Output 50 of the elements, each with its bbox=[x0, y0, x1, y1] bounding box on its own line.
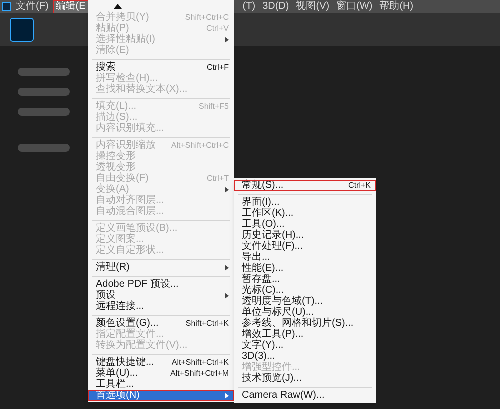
placeholder-bar bbox=[18, 144, 70, 152]
menu-bar-item[interactable]: 编辑(E bbox=[54, 0, 88, 12]
menu-item[interactable]: 历史记录(H)... bbox=[234, 230, 376, 241]
shortcut-label: Shift+Ctrl+K bbox=[186, 318, 229, 329]
shortcut-label: Alt+Shift+Ctrl+K bbox=[172, 357, 229, 368]
menu-item[interactable]: 菜单(U)... Alt+Shift+Ctrl+M bbox=[88, 368, 234, 379]
menu-item[interactable]: Camera Raw(W)... bbox=[234, 390, 376, 401]
shortcut-label: Ctrl+V bbox=[206, 23, 229, 34]
menu-item[interactable]: 工作区(K)... bbox=[234, 208, 376, 219]
menu-bar-item[interactable]: 帮助(H) bbox=[378, 0, 416, 12]
menu-item[interactable]: 文件处理(F)... bbox=[234, 241, 376, 252]
menu-item[interactable]: 工具(O)... bbox=[234, 219, 376, 230]
menu-item[interactable]: 导出... bbox=[234, 252, 376, 263]
menu-item[interactable]: 性能(E)... bbox=[234, 263, 376, 274]
shortcut-label: Ctrl+K bbox=[348, 180, 371, 191]
app-logo-icon bbox=[10, 18, 34, 42]
shortcut-label: Ctrl+T bbox=[207, 173, 229, 184]
menu-bar-item[interactable]: 窗口(W) bbox=[334, 0, 375, 12]
placeholder-bar bbox=[18, 68, 70, 76]
menu-item[interactable]: 远程连接... bbox=[88, 301, 234, 312]
menu-item[interactable]: 技术预览(J)... bbox=[234, 373, 376, 384]
placeholder-bar bbox=[18, 108, 70, 116]
menu-bar-item[interactable]: (T) bbox=[240, 0, 258, 12]
menu-item[interactable]: 透明度与色域(T)... bbox=[234, 296, 376, 307]
menu-item[interactable]: 单位与标尺(U)... bbox=[234, 307, 376, 318]
menu-item[interactable]: 文字(Y)... bbox=[234, 340, 376, 351]
menu-item[interactable]: 工具栏... bbox=[88, 379, 234, 390]
shortcut-label: Shift+F5 bbox=[198, 101, 229, 112]
menu-item[interactable]: 增效工具(P)... bbox=[234, 329, 376, 340]
shortcut-label: Ctrl+F bbox=[207, 62, 229, 73]
menu-item[interactable]: 3D(3)... bbox=[234, 351, 376, 362]
shortcut-label: Alt+Shift+Ctrl+M bbox=[170, 368, 229, 379]
shortcut-label: Shift+Ctrl+C bbox=[185, 12, 229, 23]
menu-item[interactable]: Adobe PDF 预设... bbox=[88, 279, 234, 290]
menu-item[interactable]: 暂存盘... bbox=[234, 274, 376, 285]
menu-bar-item[interactable]: 3D(D) bbox=[260, 0, 292, 12]
menu-item[interactable]: 预设 bbox=[88, 290, 234, 301]
menu-item[interactable]: 清理(R) bbox=[88, 262, 234, 273]
placeholder-bar bbox=[18, 88, 70, 96]
menu-item[interactable]: 参考线、网格和切片(S)... bbox=[234, 318, 376, 329]
menu-item[interactable]: 键盘快捷键... Alt+Shift+Ctrl+K bbox=[88, 357, 234, 368]
menu-item[interactable]: 颜色设置(G)... Shift+Ctrl+K bbox=[88, 318, 234, 329]
scroll-up-arrow-icon[interactable] bbox=[114, 4, 122, 9]
menu-item[interactable]: 搜索 Ctrl+F bbox=[88, 62, 234, 73]
app-logo-icon bbox=[2, 2, 11, 11]
menu-item[interactable]: 界面(I)... bbox=[234, 197, 376, 208]
menu-bar-item[interactable]: 视图(V) bbox=[294, 0, 332, 12]
menu-bar-item[interactable]: 文件(F) bbox=[14, 0, 51, 12]
shortcut-label: Alt+Shift+Ctrl+C bbox=[171, 140, 229, 151]
menu-item[interactable]: 光标(C)... bbox=[234, 285, 376, 296]
